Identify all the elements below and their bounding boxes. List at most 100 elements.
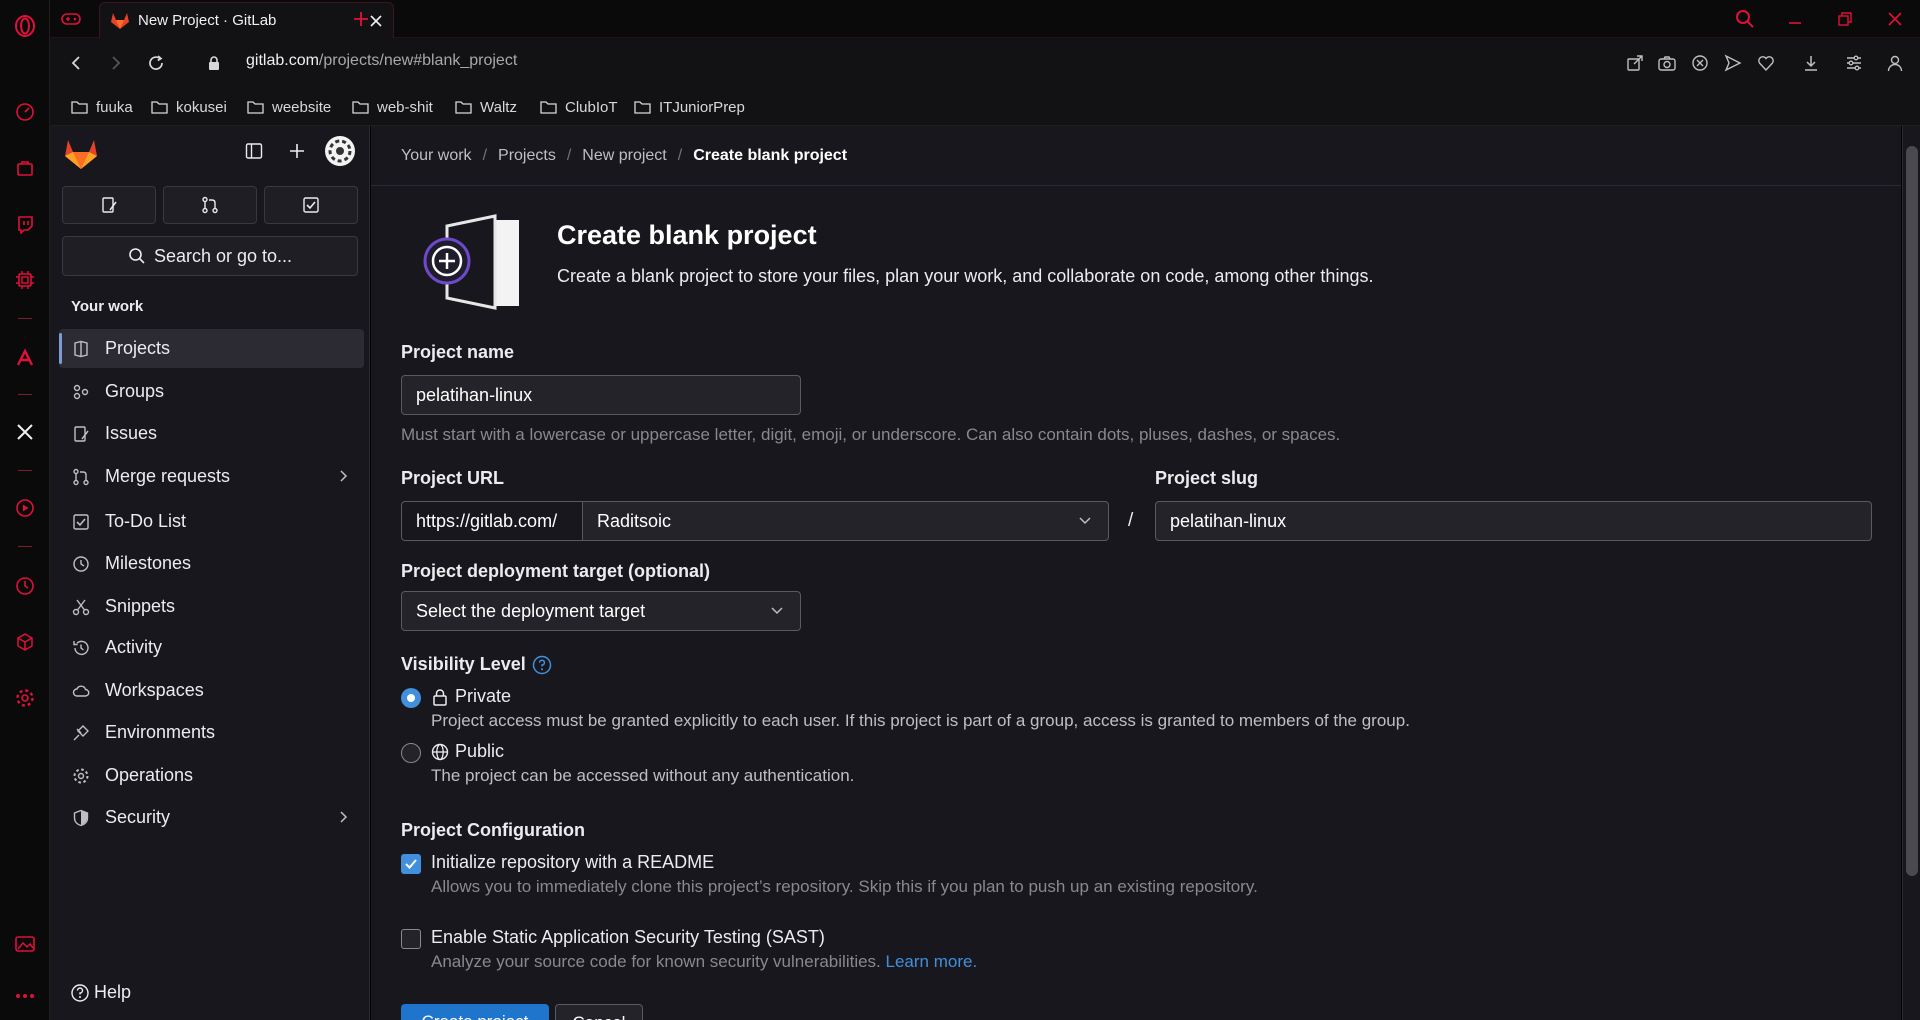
player-icon[interactable] (0, 490, 50, 526)
opera-logo-icon[interactable] (0, 8, 50, 44)
create-project-button[interactable]: Create project (401, 1004, 549, 1020)
twitch-icon[interactable] (0, 206, 50, 242)
sidebar-item-groups[interactable]: Groups (59, 372, 364, 411)
chip-icon[interactable] (0, 262, 50, 298)
create-new-icon[interactable] (282, 136, 312, 166)
shopping-icon[interactable] (0, 150, 50, 186)
sidebar-item-operations[interactable]: Operations (59, 756, 364, 795)
breadcrumb-your-work[interactable]: Your work (401, 147, 472, 165)
learn-more-link[interactable]: Learn more. (886, 952, 978, 971)
sast-checkbox-label[interactable]: Enable Static Application Security Testi… (431, 927, 825, 948)
merge-requests-button[interactable] (163, 186, 257, 224)
sidebar-item-projects[interactable]: Projects (59, 329, 364, 368)
project-name-input[interactable]: pelatihan-linux (401, 375, 801, 415)
easy-setup-icon[interactable] (1843, 52, 1865, 74)
tab-search-icon[interactable] (1720, 0, 1770, 38)
bookmark-folder[interactable]: ClubIoT (540, 96, 618, 118)
breadcrumb-current[interactable]: Create blank project (693, 147, 847, 165)
bookmark-heart-icon[interactable] (1755, 52, 1777, 74)
sidebar-item-issues[interactable]: Issues (59, 414, 364, 453)
sidebar-section-title: Your work (71, 298, 144, 315)
readme-checkbox-label[interactable]: Initialize repository with a README (431, 852, 714, 873)
sidebar-item-label: To-Do List (105, 511, 187, 531)
url-field[interactable]: gitlab.com/projects/new#blank_project (246, 52, 517, 70)
help-button[interactable]: Help (70, 982, 131, 1003)
todo-icon (71, 512, 91, 532)
sidebar-item-merge-requests[interactable]: Merge requests (59, 457, 364, 496)
extensions-icon[interactable] (0, 624, 50, 660)
bookmark-folder[interactable]: fuuka (71, 96, 133, 118)
bookmark-folder[interactable]: Waltz (455, 96, 517, 118)
aria-icon[interactable] (0, 340, 50, 376)
sidebar-item-label: Merge requests (105, 466, 231, 486)
bookmark-folder[interactable]: kokusei (151, 96, 227, 118)
breadcrumb-new-project[interactable]: New project (582, 147, 666, 165)
assigned-issues-button[interactable] (62, 186, 156, 224)
sidebar-item-todo-list[interactable]: To-Do List (59, 502, 364, 541)
forward-icon[interactable] (104, 51, 128, 75)
more-dots-icon[interactable] (0, 978, 50, 1014)
bookmark-folder[interactable]: web-shit (352, 96, 433, 118)
gitlab-logo-icon[interactable] (64, 138, 98, 170)
send-icon[interactable] (1722, 52, 1744, 74)
sast-checkbox[interactable] (401, 929, 421, 949)
namespace-select[interactable]: Raditsoic (582, 501, 1109, 541)
project-slug-input[interactable]: pelatihan-linux (1155, 501, 1872, 541)
settings-gear-icon[interactable] (0, 680, 50, 716)
toggle-sidebar-icon[interactable] (239, 136, 269, 166)
sidebar-item-snippets[interactable]: Snippets (59, 587, 364, 626)
group-icon (71, 382, 91, 402)
todo-button[interactable] (264, 186, 358, 224)
lock-icon[interactable] (202, 51, 226, 75)
project-url-label: Project URL (401, 468, 505, 488)
help-label: Help (94, 982, 132, 1002)
close-tab-icon[interactable] (369, 14, 383, 28)
sidebar-item-security[interactable]: Security (59, 798, 364, 837)
blank-project-illustration (419, 206, 529, 316)
user-avatar[interactable] (323, 134, 357, 168)
sidebar-item-milestones[interactable]: Milestones (59, 544, 364, 583)
visibility-public-radio[interactable] (401, 743, 421, 763)
visibility-public-label[interactable]: Public (431, 741, 504, 762)
deployment-target-select[interactable]: Select the deployment target (401, 591, 801, 631)
adblock-icon[interactable] (1689, 52, 1711, 74)
new-tab-icon[interactable] (352, 10, 370, 28)
speed-dial-icon[interactable] (0, 94, 50, 130)
chevron-right-icon (338, 810, 348, 824)
history-icon (71, 638, 91, 658)
back-icon[interactable] (64, 51, 88, 75)
tab-new-project[interactable]: New Project · GitLab (99, 2, 394, 38)
scrollbar-thumb[interactable] (1906, 146, 1918, 876)
reload-icon[interactable] (144, 51, 168, 75)
share-icon[interactable] (1624, 52, 1646, 74)
search-button[interactable]: Search or go to... (62, 236, 358, 276)
bookmark-folder[interactable]: weebsite (247, 96, 331, 118)
sidebar-item-activity[interactable]: Activity (59, 628, 364, 667)
visibility-private-label[interactable]: Private (431, 686, 511, 707)
browser-sidebar (0, 0, 50, 1020)
restore-icon[interactable] (1820, 0, 1870, 38)
question-circle-icon[interactable] (532, 655, 552, 675)
visibility-private-radio[interactable] (401, 688, 421, 708)
sidebar-item-workspaces[interactable]: Workspaces (59, 671, 364, 710)
project-name-help: Must start with a lowercase or uppercase… (401, 425, 1341, 444)
pinboard-icon[interactable] (0, 926, 50, 962)
clock-icon (71, 554, 91, 574)
profile-icon[interactable] (1884, 52, 1906, 74)
history-icon[interactable] (0, 568, 50, 604)
breadcrumb-projects[interactable]: Projects (498, 147, 556, 165)
snapshot-camera-icon[interactable] (1656, 52, 1678, 74)
download-icon[interactable] (1800, 52, 1822, 74)
close-window-icon[interactable] (1870, 0, 1920, 38)
gamepad-icon[interactable] (60, 8, 82, 30)
sidebar-item-environments[interactable]: Environments (59, 713, 364, 752)
minimize-icon[interactable] (1770, 0, 1820, 38)
page-scrollbar[interactable] (1902, 126, 1920, 1020)
cancel-button[interactable]: Cancel (555, 1004, 643, 1020)
operations-icon (71, 766, 91, 786)
sidebar-item-label: Milestones (105, 553, 192, 573)
bookmark-folder[interactable]: ITJuniorPrep (634, 96, 745, 118)
readme-checkbox[interactable] (401, 854, 421, 874)
x-twitter-icon[interactable] (0, 414, 50, 450)
rail-divider (18, 318, 32, 319)
